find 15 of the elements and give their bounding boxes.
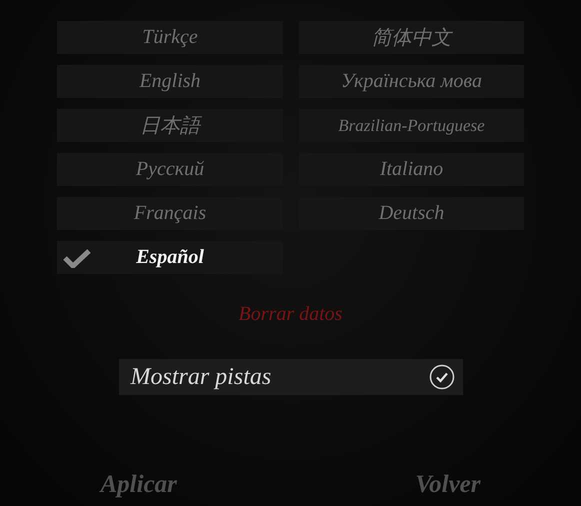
language-option[interactable]: Español (57, 241, 283, 274)
checkmark-icon (63, 248, 91, 268)
hints-label: Mostrar pistas (130, 364, 272, 390)
checkbox-icon[interactable] (428, 364, 454, 390)
apply-button[interactable]: Aplicar (100, 471, 177, 499)
language-option[interactable]: 日本語 (57, 109, 283, 142)
language-option[interactable]: English (57, 65, 283, 98)
language-option[interactable]: Italiano (299, 153, 524, 186)
back-button[interactable]: Volver (415, 471, 480, 499)
hints-toggle-row[interactable]: Mostrar pistas (118, 359, 462, 395)
language-option[interactable]: 简体中文 (299, 21, 524, 54)
language-option[interactable]: Русский (57, 153, 283, 186)
language-option[interactable]: Türkçe (57, 21, 283, 54)
language-option[interactable]: Brazilian-Portuguese (299, 109, 524, 142)
language-option[interactable]: Українська мова (299, 65, 524, 98)
